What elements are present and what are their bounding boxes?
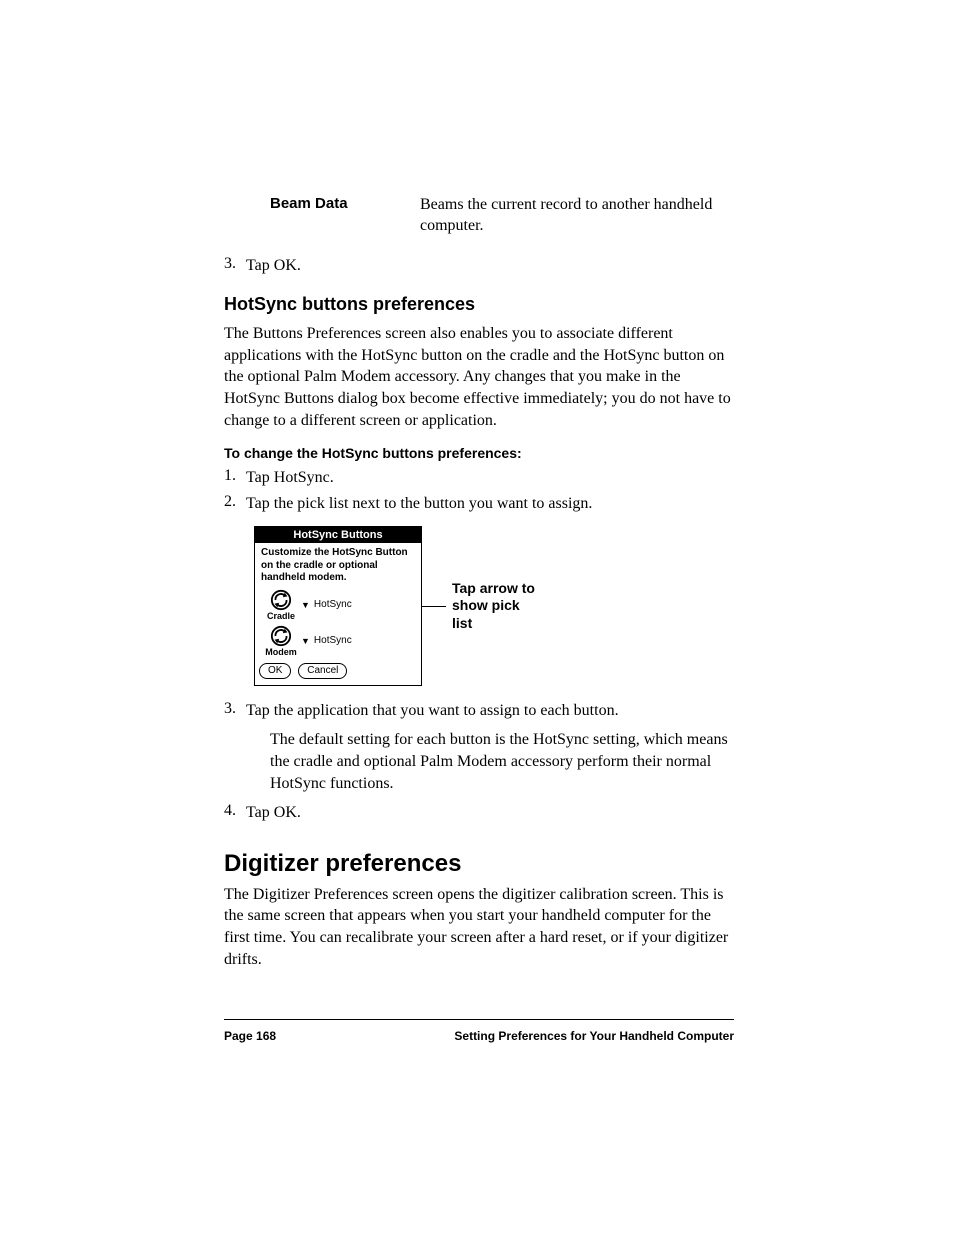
dialog-button-row: OK Cancel xyxy=(255,659,421,685)
figure: HotSync Buttons Customize the HotSync Bu… xyxy=(254,526,734,686)
callout-text: Tap arrow to show pick list xyxy=(452,580,542,633)
section-heading: Digitizer preferences xyxy=(224,850,734,878)
list-number: 1. xyxy=(224,467,246,489)
list-item: 4. Tap OK. xyxy=(224,802,734,824)
list-item: 3. Tap OK. xyxy=(224,255,734,277)
cradle-icon-col: Cradle xyxy=(261,589,301,621)
list-number: 2. xyxy=(224,493,246,515)
section-title: Setting Preferences for Your Handheld Co… xyxy=(454,1029,734,1043)
cradle-row: Cradle ▼ HotSync xyxy=(255,587,421,623)
page-number: Page 168 xyxy=(224,1029,276,1043)
modem-icon-col: Modem xyxy=(261,625,301,657)
list-item: 1. Tap HotSync. xyxy=(224,467,734,489)
list-text: Tap the pick list next to the button you… xyxy=(246,493,734,515)
chevron-down-icon: ▼ xyxy=(301,600,310,610)
picklist-value: HotSync xyxy=(314,599,352,610)
modem-row: Modem ▼ HotSync xyxy=(255,623,421,659)
callout-leader xyxy=(422,606,446,607)
sub-paragraph: The default setting for each button is t… xyxy=(270,729,734,794)
list-item: 2. Tap the pick list next to the button … xyxy=(224,493,734,515)
list-text: Tap the application that you want to ass… xyxy=(246,700,734,722)
section-heading: HotSync buttons preferences xyxy=(224,294,734,315)
list-number: 3. xyxy=(224,255,246,277)
cradle-picklist[interactable]: ▼ HotSync xyxy=(301,599,352,610)
chevron-down-icon: ▼ xyxy=(301,636,310,646)
paragraph: The Buttons Preferences screen also enab… xyxy=(224,323,734,431)
paragraph: The Digitizer Preferences screen opens t… xyxy=(224,884,734,970)
list-number: 3. xyxy=(224,700,246,722)
dialog-message: Customize the HotSync Button on the crad… xyxy=(255,543,421,587)
ok-button[interactable]: OK xyxy=(259,663,291,679)
dialog-title: HotSync Buttons xyxy=(255,527,421,543)
definition-row: Beam Data Beams the current record to an… xyxy=(224,195,734,237)
list-text: Tap HotSync. xyxy=(246,467,734,489)
list-text: Tap OK. xyxy=(246,255,734,277)
picklist-value: HotSync xyxy=(314,635,352,646)
footer-rule xyxy=(224,1019,734,1020)
hotsync-icon xyxy=(270,625,292,647)
modem-picklist[interactable]: ▼ HotSync xyxy=(301,635,352,646)
modem-label: Modem xyxy=(261,647,301,657)
list-item: 3. Tap the application that you want to … xyxy=(224,700,734,722)
list-text: Tap OK. xyxy=(246,802,734,824)
procedure-heading: To change the HotSync buttons preference… xyxy=(224,445,734,461)
list-number: 4. xyxy=(224,802,246,824)
document-page: Beam Data Beams the current record to an… xyxy=(0,0,954,1235)
hotsync-dialog: HotSync Buttons Customize the HotSync Bu… xyxy=(254,526,422,686)
definition-description: Beams the current record to another hand… xyxy=(420,195,734,237)
hotsync-icon xyxy=(270,589,292,611)
page-footer: Page 168 Setting Preferences for Your Ha… xyxy=(224,1029,734,1043)
cancel-button[interactable]: Cancel xyxy=(298,663,347,679)
definition-term: Beam Data xyxy=(224,195,420,237)
cradle-label: Cradle xyxy=(261,611,301,621)
